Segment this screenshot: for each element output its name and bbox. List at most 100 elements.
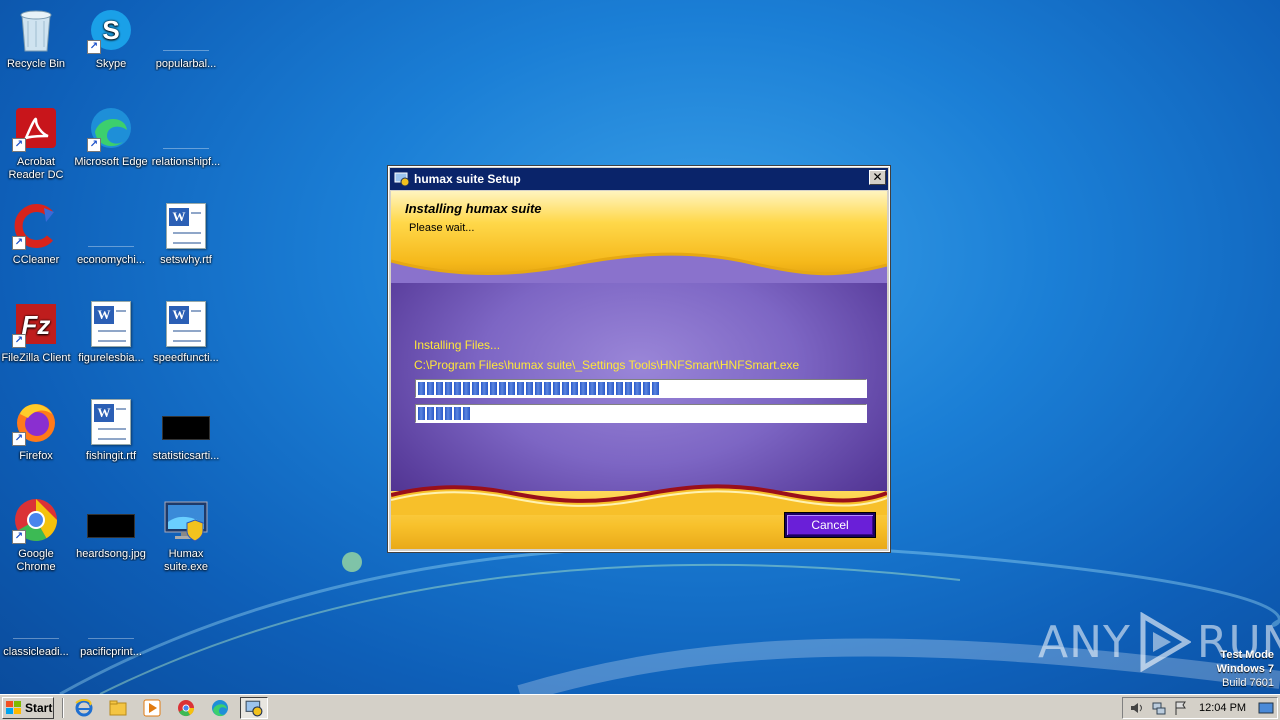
taskbar-setup-window[interactable]: [240, 696, 268, 719]
os-label: Windows 7: [1216, 663, 1274, 675]
desktop-icon-label: setswhy.rtf: [160, 254, 212, 266]
installer-icon: [162, 496, 210, 544]
cancel-button[interactable]: Cancel: [784, 512, 876, 538]
windows-logo-icon: [6, 700, 21, 714]
word-document-icon: W: [87, 398, 135, 446]
word-document-icon: W: [162, 202, 210, 250]
desktop-icon-word-doc[interactable]: W speedfuncti...: [148, 300, 224, 390]
file-progress-fill: [418, 407, 472, 420]
taskbar-clock[interactable]: 12:04 PM: [1199, 702, 1246, 714]
desktop-icon-label: CCleaner: [12, 254, 60, 266]
desktop-icon-label: figurelesbia...: [78, 352, 144, 364]
desktop-icon-label: Recycle Bin: [6, 58, 66, 70]
chrome-icon: ↗: [12, 496, 60, 544]
desktop-icon-label: relationshipf...: [151, 156, 221, 168]
dialog-titlebar[interactable]: humax suite Setup: [390, 168, 888, 190]
desktop-icon-image[interactable]: statisticsarti...: [148, 398, 224, 488]
current-file-path: C:\Program Files\humax suite\_Settings T…: [414, 358, 800, 372]
file-progress-bar: [415, 404, 867, 423]
desktop-icon-acrobat[interactable]: ↗ Acrobat Reader DC: [0, 104, 74, 194]
desktop-icon-edge[interactable]: ↗ Microsoft Edge: [73, 104, 149, 194]
taskbar-internet-explorer[interactable]: [70, 697, 98, 719]
file-icon: [162, 6, 210, 54]
desktop-icon-label: Humax suite.exe: [163, 548, 209, 573]
desktop-icon-label: fishingit.rtf: [85, 450, 137, 462]
taskbar-chrome[interactable]: [172, 697, 200, 719]
desktop-icon-label: classicleadi...: [3, 646, 69, 658]
dialog-title: humax suite Setup: [414, 172, 521, 186]
image-file-icon: [162, 398, 210, 446]
watermark-brand-left: ANY: [1038, 616, 1131, 668]
setup-app-icon: [394, 172, 410, 187]
shortcut-arrow-icon: ↗: [12, 530, 26, 544]
desktop-icon-file[interactable]: economychi...: [73, 202, 149, 292]
desktop-icon-chrome[interactable]: ↗ Google Chrome: [0, 496, 74, 586]
header-title: Installing humax suite: [405, 201, 542, 216]
header-subtitle: Please wait...: [409, 222, 475, 234]
chrome-icon: [178, 699, 195, 716]
taskbar-edge[interactable]: [206, 697, 234, 719]
desktop-icon-label: economychi...: [77, 254, 145, 266]
image-file-icon: [87, 496, 135, 544]
taskbar-separator: [62, 697, 64, 718]
word-document-icon: W: [162, 300, 210, 348]
test-mode-label: Test Mode: [1220, 649, 1274, 661]
file-icon: [87, 202, 135, 250]
desktop-icon-file[interactable]: popularbal...: [148, 6, 224, 96]
desktop-icon-image[interactable]: heardsong.jpg: [73, 496, 149, 586]
desktop-icon-word-doc[interactable]: W setswhy.rtf: [148, 202, 224, 292]
start-label: Start: [25, 700, 53, 715]
recycle-bin-icon: [12, 6, 60, 54]
desktop-icon-installer[interactable]: Humax suite.exe: [148, 496, 224, 586]
desktop-icon-label: Acrobat Reader DC: [8, 156, 64, 181]
system-tray: 12:04 PM: [1122, 697, 1278, 719]
shortcut-arrow-icon: ↗: [12, 138, 26, 152]
shortcut-arrow-icon: ↗: [87, 40, 101, 54]
skype-icon: S ↗: [87, 6, 135, 54]
build-label: Build 7601: [1222, 677, 1274, 689]
shortcut-arrow-icon: ↗: [12, 236, 26, 250]
desktop-icon-file[interactable]: relationshipf...: [148, 104, 224, 194]
desktop-icon-label: Google Chrome: [16, 548, 56, 573]
desktop-icon-label: Microsoft Edge: [74, 156, 148, 168]
desktop-icon-word-doc[interactable]: W fishingit.rtf: [73, 398, 149, 488]
action-center-flag-icon[interactable]: [1173, 700, 1189, 716]
desktop-icon-label: speedfuncti...: [153, 352, 219, 364]
media-player-icon: [143, 699, 161, 716]
taskbar-media-player[interactable]: [138, 697, 166, 719]
volume-icon[interactable]: [1129, 700, 1145, 716]
file-icon: [87, 594, 135, 642]
filezilla-icon: Fz ↗: [12, 300, 60, 348]
edge-icon: [212, 699, 228, 716]
file-icon: [12, 594, 60, 642]
shortcut-arrow-icon: ↗: [12, 334, 26, 348]
ccleaner-icon: ↗: [12, 202, 60, 250]
desktop-icon-label: FileZilla Client: [1, 352, 71, 364]
internet-explorer-icon: [75, 698, 93, 716]
show-desktop-icon[interactable]: [1258, 700, 1274, 716]
svg-text:S: S: [102, 15, 119, 45]
start-button[interactable]: Start: [2, 696, 54, 719]
test-mode-notice: Test Mode Windows 7 Build 7601: [1217, 648, 1274, 690]
desktop-icon-word-doc[interactable]: W figurelesbia...: [73, 300, 149, 390]
network-icon[interactable]: [1151, 700, 1167, 716]
taskbar: Start 12:04 PM: [0, 694, 1280, 720]
shortcut-arrow-icon: ↗: [12, 432, 26, 446]
footer-wave: [391, 484, 887, 515]
desktop-icon-file[interactable]: classicleadi...: [0, 594, 74, 684]
taskbar-file-explorer[interactable]: [104, 697, 132, 719]
desktop-icon-label: pacificprint...: [80, 646, 142, 658]
desktop-icon-ccleaner[interactable]: ↗ CCleaner: [0, 202, 74, 292]
desktop-icon-skype[interactable]: S ↗ Skype: [73, 6, 149, 96]
desktop-icon-file[interactable]: pacificprint...: [73, 594, 149, 684]
dialog-body: Installing humax suite Please wait... In…: [391, 191, 887, 549]
setup-dialog[interactable]: humax suite Setup ✕ Installing humax sui…: [387, 165, 891, 553]
play-logo-icon: [1140, 612, 1191, 672]
close-button[interactable]: ✕: [869, 170, 886, 185]
desktop-icon-filezilla[interactable]: Fz ↗ FileZilla Client: [0, 300, 74, 390]
desktop-icon-recycle-bin[interactable]: Recycle Bin: [0, 6, 74, 96]
overall-progress-fill: [418, 382, 659, 395]
acrobat-icon: ↗: [12, 104, 60, 152]
desktop-icon-firefox[interactable]: ↗ Firefox: [0, 398, 74, 488]
desktop-icon-label: popularbal...: [155, 58, 217, 70]
